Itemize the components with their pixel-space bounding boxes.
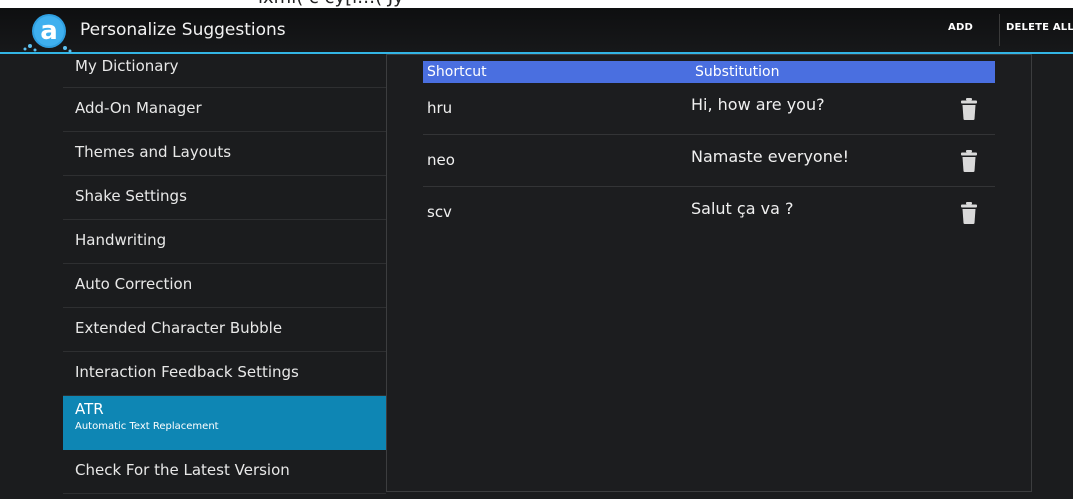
menu-item-label: Handwriting	[75, 231, 167, 249]
trash-icon[interactable]	[959, 149, 979, 173]
shortcut-cell: neo	[427, 151, 455, 169]
svg-text:a: a	[40, 16, 58, 46]
menu-item-handwriting[interactable]: Handwriting	[63, 220, 386, 264]
menu-item-auto-correction[interactable]: Auto Correction	[63, 264, 386, 308]
menu-item-label: Shake Settings	[75, 187, 187, 205]
menu-item-interaction-feedback[interactable]: Interaction Feedback Settings	[63, 352, 386, 396]
menu-item-add-on-manager[interactable]: Add-On Manager	[63, 88, 386, 132]
menu-item-label: Add-On Manager	[75, 99, 202, 117]
column-header-shortcut: Shortcut	[427, 64, 487, 80]
top-strip: ixml( c cy[l…( Jy	[0, 0, 1073, 8]
action-divider	[999, 14, 1000, 46]
trash-icon[interactable]	[959, 97, 979, 121]
menu-item-label: Check For the Latest Version	[75, 461, 290, 479]
menu-item-themes-and-layouts[interactable]: Themes and Layouts	[63, 132, 386, 176]
menu-item-label: Interaction Feedback Settings	[75, 363, 299, 381]
table-row[interactable]: hru Hi, how are you?	[423, 83, 995, 135]
page-title: Personalize Suggestions	[80, 20, 286, 40]
trash-icon[interactable]	[959, 201, 979, 225]
substitution-cell: Namaste everyone!	[691, 147, 850, 166]
action-bar: a Personalize Suggestions ADD DELETE ALL	[0, 8, 1073, 54]
menu-item-label: Extended Character Bubble	[75, 319, 283, 337]
substitution-cell: Salut ça va ?	[691, 199, 794, 218]
menu-item-label: Auto Correction	[75, 275, 193, 293]
app-logo-icon[interactable]: a	[18, 8, 74, 54]
delete-all-button[interactable]: DELETE ALL	[1006, 22, 1073, 33]
menu-item-label: My Dictionary	[75, 57, 179, 75]
menu-item-sublabel: Automatic Text Replacement	[75, 421, 219, 432]
menu-item-check-latest-version[interactable]: Check For the Latest Version	[63, 450, 386, 494]
settings-menu: My Dictionary Add-On Manager Themes and …	[63, 54, 386, 494]
atr-panel: Shortcut Substitution hru Hi, how are yo…	[386, 54, 1032, 492]
column-header-substitution: Substitution	[695, 64, 780, 80]
table-row[interactable]: scv Salut ça va ?	[423, 187, 995, 239]
menu-item-my-dictionary[interactable]: My Dictionary	[63, 54, 386, 88]
table-row[interactable]: neo Namaste everyone!	[423, 135, 995, 187]
add-button[interactable]: ADD	[948, 22, 973, 33]
menu-item-atr[interactable]: ATR Automatic Text Replacement	[63, 396, 386, 450]
table-header: Shortcut Substitution	[423, 61, 995, 83]
menu-item-extended-character-bubble[interactable]: Extended Character Bubble	[63, 308, 386, 352]
shortcut-cell: hru	[427, 99, 453, 117]
substitution-cell: Hi, how are you?	[691, 95, 825, 114]
menu-item-label: ATR	[75, 400, 104, 418]
menu-item-shake-settings[interactable]: Shake Settings	[63, 176, 386, 220]
menu-item-label: Themes and Layouts	[75, 143, 232, 161]
shortcut-cell: scv	[427, 203, 452, 221]
partial-text: ixml( c cy[l…( Jy	[258, 0, 404, 8]
